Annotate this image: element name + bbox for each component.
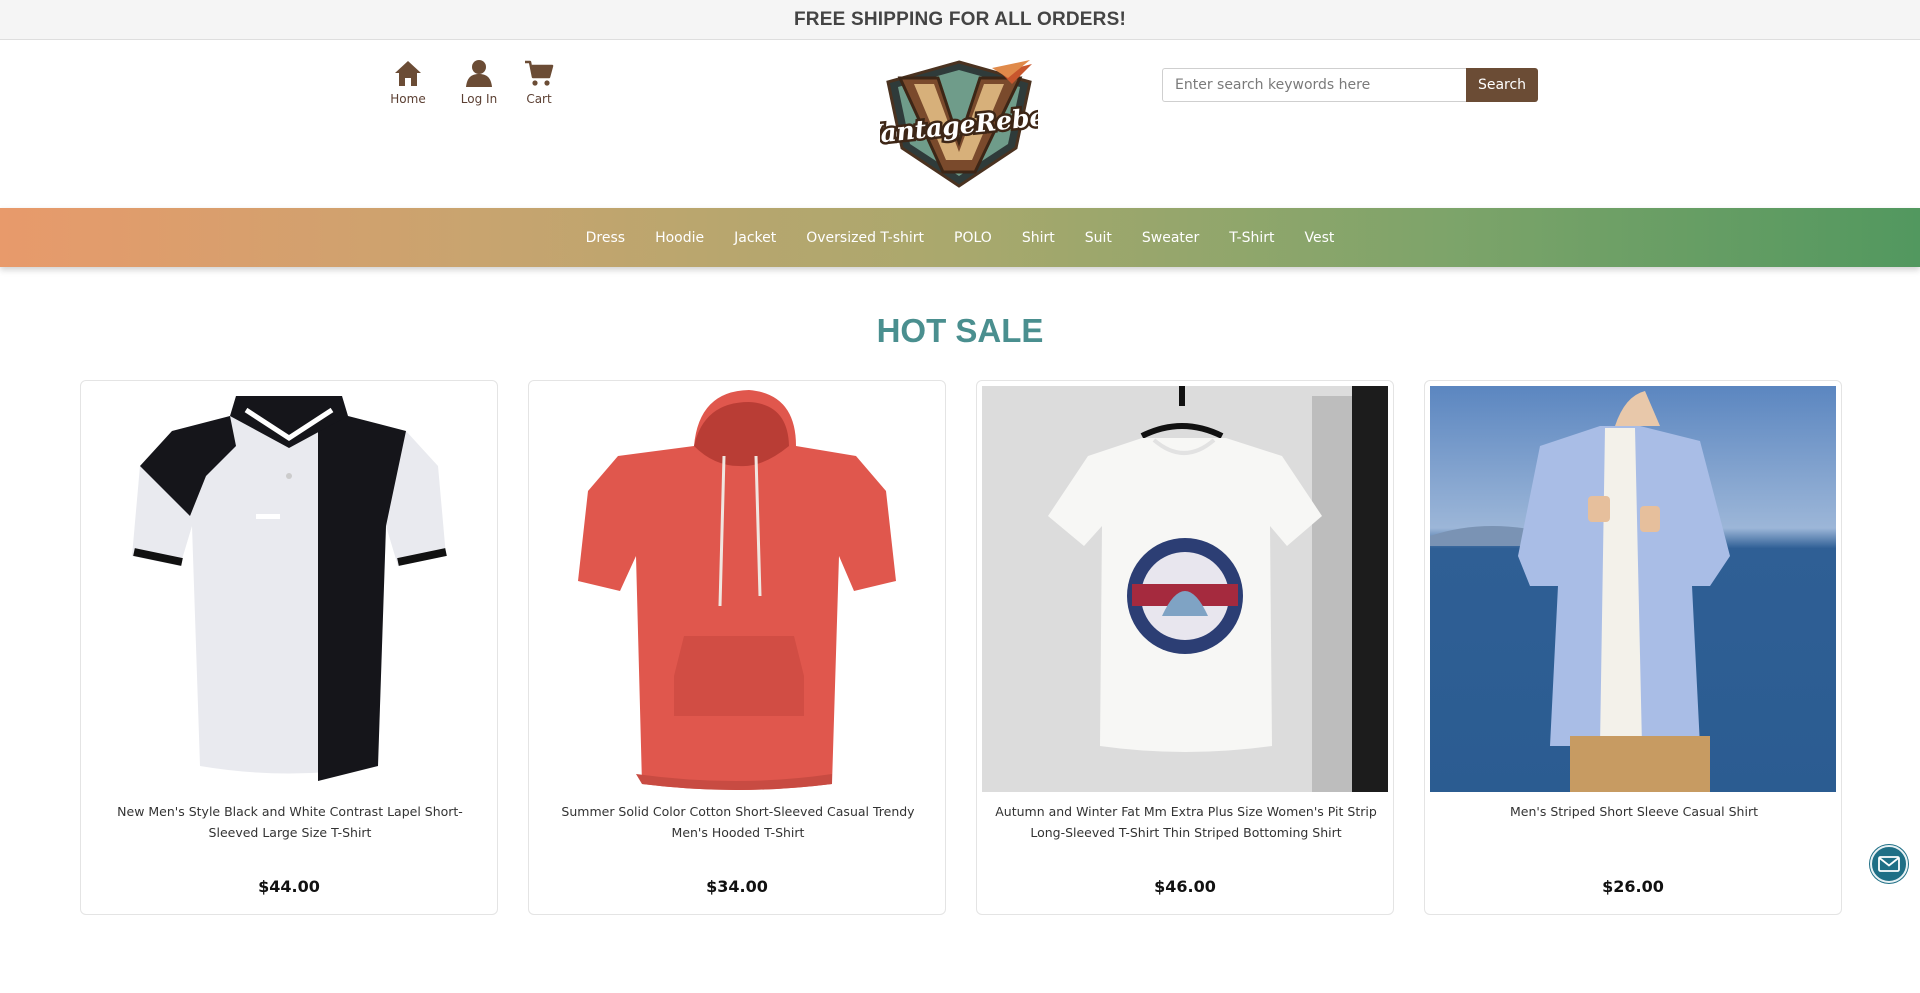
- product-card[interactable]: New Men's Style Black and White Contrast…: [80, 380, 498, 915]
- product-card[interactable]: Men's Striped Short Sleeve Casual Shirt …: [1424, 380, 1842, 915]
- category-link[interactable]: Hoodie: [640, 230, 719, 246]
- search-form: Search: [1162, 68, 1538, 102]
- category-link[interactable]: POLO: [939, 230, 1007, 246]
- nav-home-label: Home: [390, 92, 426, 106]
- product-price: $44.00: [258, 877, 320, 896]
- category-link[interactable]: Suit: [1070, 230, 1127, 246]
- category-link[interactable]: Sweater: [1127, 230, 1214, 246]
- product-image[interactable]: [1430, 386, 1836, 792]
- cart-icon: [525, 60, 554, 86]
- nav-login-label: Log In: [460, 92, 498, 106]
- search-button[interactable]: Search: [1466, 68, 1538, 102]
- product-image[interactable]: [86, 386, 492, 792]
- category-link[interactable]: Dress: [571, 230, 640, 246]
- product-image[interactable]: [982, 386, 1388, 792]
- contact-mail-button[interactable]: [1870, 845, 1908, 883]
- category-link[interactable]: Shirt: [1007, 230, 1070, 246]
- nav-cart-link[interactable]: Cart: [517, 58, 561, 106]
- product-title[interactable]: New Men's Style Black and White Contrast…: [99, 801, 481, 843]
- site-header: Home Log In Cart VantageRebel Enter sear…: [0, 40, 1920, 208]
- product-card[interactable]: Summer Solid Color Cotton Short-Sleeved …: [528, 380, 946, 915]
- header-nav: Home Log In Cart: [385, 58, 561, 106]
- nav-cart-label: Cart: [526, 92, 552, 106]
- product-grid: New Men's Style Black and White Contrast…: [80, 380, 1842, 915]
- mail-icon: [1878, 856, 1900, 872]
- nav-home-link[interactable]: Home: [385, 58, 431, 106]
- category-link[interactable]: Vest: [1289, 230, 1349, 246]
- brand-logo[interactable]: VantageRebel: [859, 60, 1059, 188]
- product-card[interactable]: Autumn and Winter Fat Mm Extra Plus Size…: [976, 380, 1394, 915]
- product-title[interactable]: Summer Solid Color Cotton Short-Sleeved …: [547, 801, 929, 843]
- product-title[interactable]: Autumn and Winter Fat Mm Extra Plus Size…: [995, 801, 1377, 843]
- announcement-text: FREE SHIPPING FOR ALL ORDERS!: [794, 8, 1126, 30]
- nav-login-link[interactable]: Log In: [451, 58, 507, 106]
- user-icon: [466, 60, 492, 87]
- section-title: HOT SALE: [876, 312, 1044, 349]
- category-link[interactable]: T-Shirt: [1214, 230, 1289, 246]
- category-nav: Dress Hoodie Jacket Oversized T-shirt POLO Sh…: [0, 208, 1920, 267]
- product-image[interactable]: [534, 386, 940, 792]
- product-title[interactable]: Men's Striped Short Sleeve Casual Shirt: [1443, 801, 1825, 822]
- product-price: $46.00: [1154, 877, 1216, 896]
- category-link[interactable]: Jacket: [719, 230, 791, 246]
- announcement-bar: FREE SHIPPING FOR ALL ORDERS!: [0, 0, 1920, 40]
- product-price: $26.00: [1602, 877, 1664, 896]
- product-price: $34.00: [706, 877, 768, 896]
- home-icon: [395, 61, 421, 86]
- search-input[interactable]: [1162, 68, 1466, 102]
- category-link[interactable]: Oversized T-shirt: [791, 230, 939, 246]
